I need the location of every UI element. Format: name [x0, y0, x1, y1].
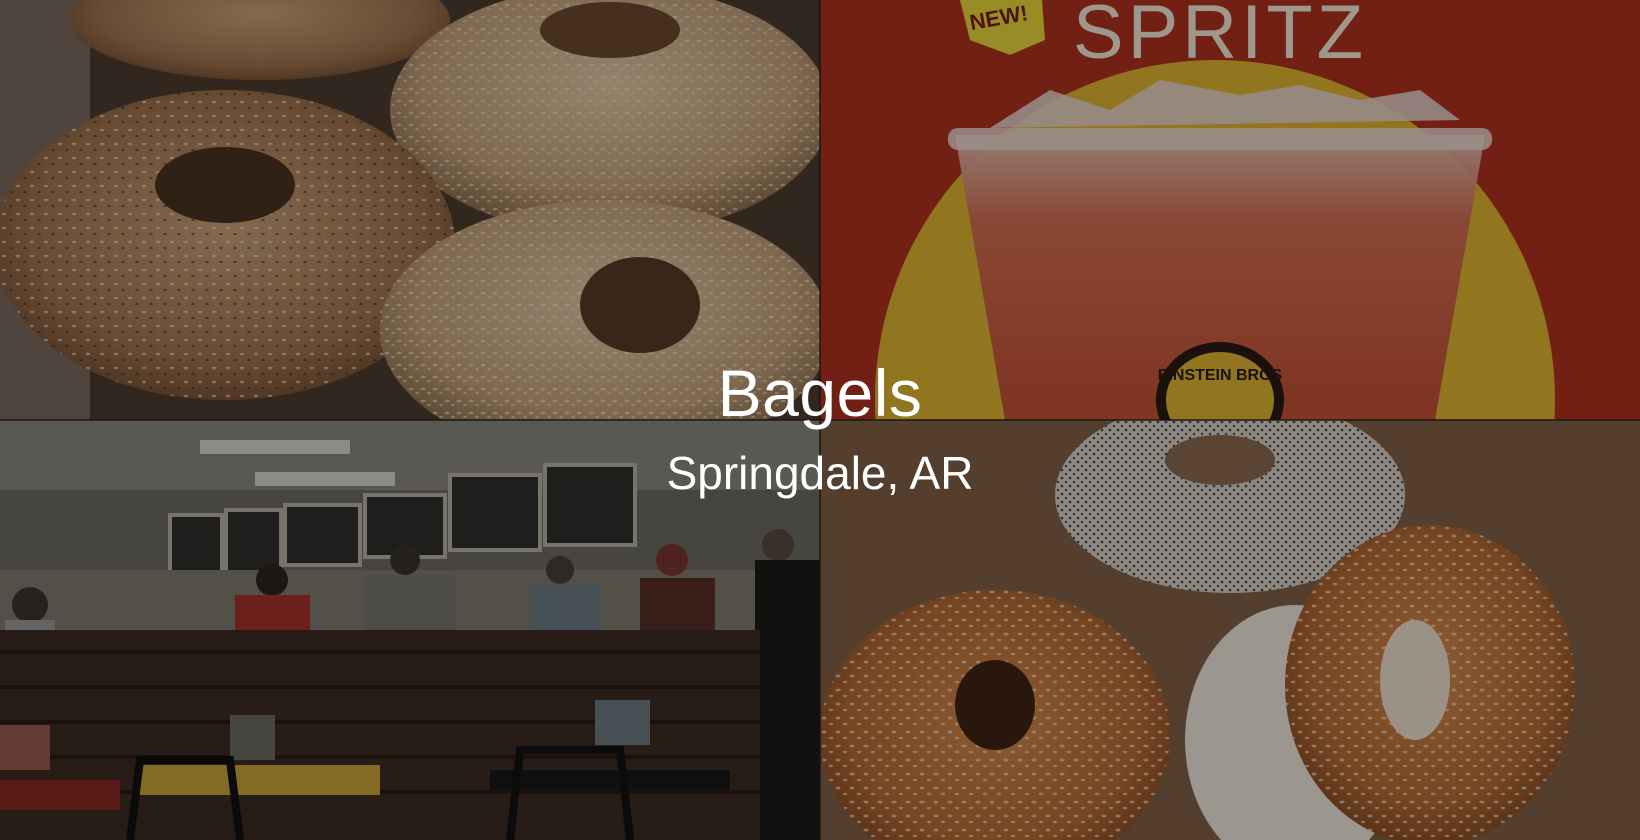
page-title: Bagels [717, 356, 923, 430]
hero-banner: NEW! SPRITZ EINSTEIN BROS Bagels Springd… [0, 0, 1640, 840]
hero-caption: Bagels Springdale, AR [0, 360, 1640, 496]
location-subtitle: Springdale, AR [666, 447, 974, 499]
